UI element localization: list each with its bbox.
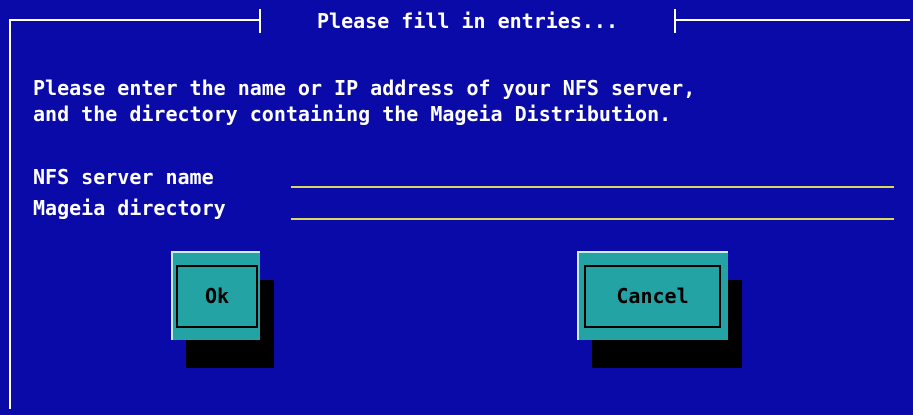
instruction-line-1: Please enter the name or IP address of y… xyxy=(33,76,696,100)
nfs-server-name-label: NFS server name xyxy=(33,165,214,189)
dialog-title: Please fill in entries... xyxy=(259,9,676,33)
ok-button-label: Ok xyxy=(176,265,258,328)
nfs-setup-dialog: Please fill in entries... Please enter t… xyxy=(0,0,913,415)
nfs-server-name-field[interactable] xyxy=(291,164,894,188)
cancel-button-label: Cancel xyxy=(584,265,721,328)
cancel-button[interactable]: Cancel xyxy=(577,251,728,340)
instruction-line-2: and the directory containing the Mageia … xyxy=(33,102,672,126)
ok-button[interactable]: Ok xyxy=(171,251,260,340)
mageia-directory-label: Mageia directory xyxy=(33,196,226,220)
mageia-directory-field[interactable] xyxy=(291,196,894,220)
